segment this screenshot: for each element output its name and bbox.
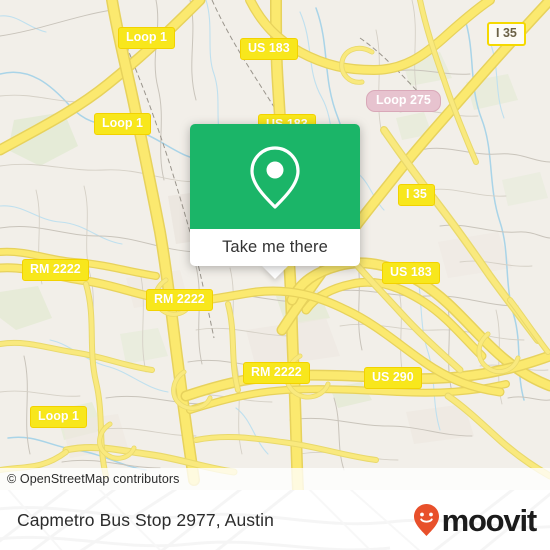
moovit-map-screenshot: .rd-case{fill:none;stroke:#e9d96b;stroke… xyxy=(0,0,550,550)
route-shield-us183-top: US 183 xyxy=(240,38,298,60)
shield-label: US 290 xyxy=(372,370,414,384)
shield-label: Loop 275 xyxy=(376,93,431,107)
shield-label: RM 2222 xyxy=(251,365,302,379)
location-popup-card[interactable]: Take me there xyxy=(190,124,360,266)
shield-label: Loop 1 xyxy=(38,409,79,423)
shield-label: RM 2222 xyxy=(30,262,81,276)
shield-label: US 183 xyxy=(390,265,432,279)
popup-card-header xyxy=(190,124,360,229)
moovit-wordmark: moovit xyxy=(441,502,538,538)
map-attribution[interactable]: © OpenStreetMap contributors xyxy=(0,468,550,490)
take-me-there-label: Take me there xyxy=(222,238,328,256)
map-pin-icon xyxy=(250,145,300,209)
route-shield-us290: US 290 xyxy=(364,367,422,389)
route-shield-rm2222-low: RM 2222 xyxy=(243,362,310,384)
map-canvas[interactable]: .rd-case{fill:none;stroke:#e9d96b;stroke… xyxy=(0,0,550,490)
moovit-logo[interactable]: moovit xyxy=(413,502,538,538)
shield-label: I 35 xyxy=(496,26,517,40)
route-shield-rm2222-left: RM 2222 xyxy=(22,259,89,281)
place-title: Capmetro Bus Stop 2977, Austin xyxy=(17,509,274,530)
moovit-pin-icon xyxy=(413,504,439,536)
shield-label: US 183 xyxy=(248,41,290,55)
route-shield-i35-topright: I 35 xyxy=(487,22,526,46)
shield-label: RM 2222 xyxy=(154,292,205,306)
route-shield-rm2222-mid: RM 2222 xyxy=(146,289,213,311)
popup-card-tail xyxy=(262,266,288,279)
map-attribution-text: © OpenStreetMap contributors xyxy=(7,472,180,486)
shield-label: I 35 xyxy=(406,187,427,201)
route-shield-loop1-left: Loop 1 xyxy=(94,113,151,135)
route-shield-us183-right: US 183 xyxy=(382,262,440,284)
shield-label: Loop 1 xyxy=(126,30,167,44)
route-shield-loop1-top: Loop 1 xyxy=(118,27,175,49)
shield-label: Loop 1 xyxy=(102,116,143,130)
take-me-there-button[interactable]: Take me there xyxy=(190,229,360,266)
route-shield-loop275: Loop 275 xyxy=(366,90,441,112)
footer-bar: Capmetro Bus Stop 2977, Austin moovit xyxy=(0,490,550,550)
route-shield-i35-mid: I 35 xyxy=(398,184,435,206)
route-shield-loop1-bottom: Loop 1 xyxy=(30,406,87,428)
